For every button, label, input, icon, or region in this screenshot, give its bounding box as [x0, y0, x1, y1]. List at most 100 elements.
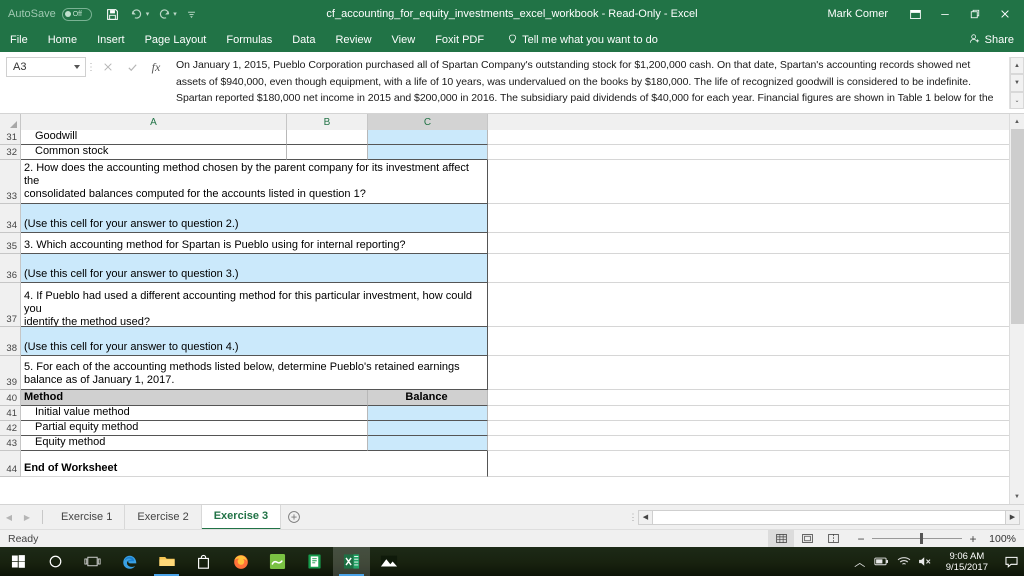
tab-formulas[interactable]: Formulas	[216, 28, 282, 52]
cell-row39-empty[interactable]	[488, 356, 1009, 390]
cortana-button[interactable]	[37, 547, 74, 576]
cell-equity-balance[interactable]	[368, 436, 488, 451]
vertical-scroll-track[interactable]	[1009, 129, 1024, 489]
cell-question-3[interactable]: 3. Which accounting method for Spartan i…	[21, 233, 488, 254]
column-header-b[interactable]: B	[287, 114, 368, 130]
row-header-35[interactable]: 35	[0, 233, 21, 254]
cell-answer-2[interactable]: (Use this cell for your answer to questi…	[21, 204, 488, 233]
vertical-scroll-thumb[interactable]	[1010, 129, 1024, 324]
cell-row42-empty[interactable]	[488, 421, 1009, 436]
app-green-button[interactable]	[259, 547, 296, 576]
task-view-button[interactable]	[74, 547, 111, 576]
restore-icon[interactable]	[960, 0, 990, 28]
cell-answer-3[interactable]: (Use this cell for your answer to questi…	[21, 254, 488, 283]
row-header-38[interactable]: 38	[0, 327, 21, 356]
row-header-41[interactable]: 41	[0, 406, 21, 421]
formula-bar-scroll[interactable]: ▲ ▼ ⌄	[1009, 57, 1024, 109]
start-button[interactable]	[0, 547, 37, 576]
chevron-up-icon[interactable]: ︿	[852, 554, 868, 570]
vertical-scrollbar[interactable]: ▲ ▼	[1009, 114, 1024, 504]
formula-bar-input[interactable]: On January 1, 2015, Pueblo Corporation p…	[176, 57, 1007, 107]
column-header-a[interactable]: A	[21, 114, 287, 130]
scroll-grip-icon[interactable]: ⋮	[628, 510, 638, 524]
zoom-out-icon[interactable]: −	[856, 532, 866, 546]
zoom-in-icon[interactable]: +	[968, 532, 978, 546]
close-icon[interactable]	[990, 0, 1020, 28]
zoom-slider-thumb[interactable]	[920, 533, 923, 544]
cell-balance-header[interactable]: Balance	[368, 390, 488, 406]
file-explorer-button[interactable]	[148, 547, 185, 576]
cell-initial-value-method[interactable]: Initial value method	[21, 406, 368, 421]
tab-data[interactable]: Data	[282, 28, 325, 52]
cell-a31[interactable]: Goodwill	[21, 130, 287, 145]
action-center-icon[interactable]	[1000, 547, 1022, 576]
zoom-control[interactable]: − +	[856, 532, 978, 546]
row-header-33[interactable]: 33	[0, 160, 21, 204]
row-header-37[interactable]: 37	[0, 283, 21, 327]
horizontal-scrollbar[interactable]: ⋮ ◀ ▶	[628, 505, 1024, 530]
row-header-32[interactable]: 32	[0, 145, 21, 160]
share-button[interactable]: Share	[969, 33, 1024, 48]
cell-row31-empty[interactable]	[488, 130, 1009, 145]
row-header-42[interactable]: 42	[0, 421, 21, 436]
store-button[interactable]	[185, 547, 222, 576]
user-name[interactable]: Mark Comer	[827, 8, 888, 20]
tab-view[interactable]: View	[382, 28, 426, 52]
cell-initial-value-balance[interactable]	[368, 406, 488, 421]
zoom-slider-track[interactable]	[872, 533, 962, 544]
redo-dropdown-icon[interactable]: ▾	[173, 10, 177, 18]
redo-icon[interactable]	[153, 3, 175, 25]
formula-expand-icon[interactable]: ⌄	[1010, 91, 1024, 109]
cell-c32[interactable]	[368, 145, 488, 160]
cell-partial-equity-balance[interactable]	[368, 421, 488, 436]
row-header-36[interactable]: 36	[0, 254, 21, 283]
row-header-34[interactable]: 34	[0, 204, 21, 233]
cancel-icon[interactable]	[96, 57, 120, 77]
cell-method-header[interactable]: Method	[21, 390, 368, 406]
excel-button[interactable]	[333, 547, 370, 576]
save-icon[interactable]	[102, 3, 124, 25]
cell-equity-method[interactable]: Equity method	[21, 436, 368, 451]
cell-row35-empty[interactable]	[488, 233, 1009, 254]
row-header-44[interactable]: 44	[0, 451, 21, 477]
wifi-icon[interactable]	[896, 556, 912, 567]
cell-row41-empty[interactable]	[488, 406, 1009, 421]
tab-file[interactable]: File	[0, 28, 38, 52]
cell-row34-empty[interactable]	[488, 204, 1009, 233]
sheet-tab-exercise-1[interactable]: Exercise 1	[49, 504, 126, 530]
scroll-left-icon[interactable]: ◀	[638, 509, 653, 525]
cell-row40-empty[interactable]	[488, 390, 1009, 406]
row-header-39[interactable]: 39	[0, 356, 21, 390]
undo-dropdown-icon[interactable]: ▾	[146, 10, 150, 18]
row-header-31[interactable]: 31	[0, 130, 21, 145]
insert-function-icon[interactable]: fx	[144, 57, 168, 77]
normal-view-icon[interactable]	[768, 529, 794, 548]
cell-row32-empty[interactable]	[488, 145, 1009, 160]
tab-page-layout[interactable]: Page Layout	[135, 28, 217, 52]
cell-question-4[interactable]: 4. If Pueblo had used a different accoun…	[21, 283, 488, 327]
tell-me-search[interactable]: Tell me what you want to do	[494, 34, 658, 46]
undo-icon[interactable]	[126, 3, 148, 25]
scroll-up-icon[interactable]: ▲	[1009, 114, 1024, 129]
cell-partial-equity-method[interactable]: Partial equity method	[21, 421, 368, 436]
cell-row33-empty[interactable]	[488, 160, 1009, 204]
volume-muted-icon[interactable]	[918, 556, 934, 567]
cell-c31[interactable]	[368, 130, 488, 145]
tab-foxit-pdf[interactable]: Foxit PDF	[425, 28, 494, 52]
cell-row43-empty[interactable]	[488, 436, 1009, 451]
cell-question-5[interactable]: 5. For each of the accounting methods li…	[21, 356, 488, 390]
taskbar-clock[interactable]: 9:06 AM 9/15/2017	[940, 551, 994, 573]
name-box-dropdown-icon[interactable]	[74, 65, 80, 69]
cell-b31[interactable]	[287, 130, 368, 145]
battery-icon[interactable]	[874, 557, 890, 566]
edge-button[interactable]	[111, 547, 148, 576]
cell-answer-4[interactable]: (Use this cell for your answer to questi…	[21, 327, 488, 356]
select-all-button[interactable]	[0, 114, 21, 130]
cell-question-2[interactable]: 2. How does the accounting method chosen…	[21, 160, 488, 204]
tab-home[interactable]: Home	[38, 28, 87, 52]
horizontal-scroll-track[interactable]	[653, 509, 1005, 525]
cell-end-of-worksheet[interactable]: End of Worksheet	[21, 451, 488, 477]
cell-a32[interactable]: Common stock	[21, 145, 287, 160]
row-header-43[interactable]: 43	[0, 436, 21, 451]
cell-b32[interactable]	[287, 145, 368, 160]
